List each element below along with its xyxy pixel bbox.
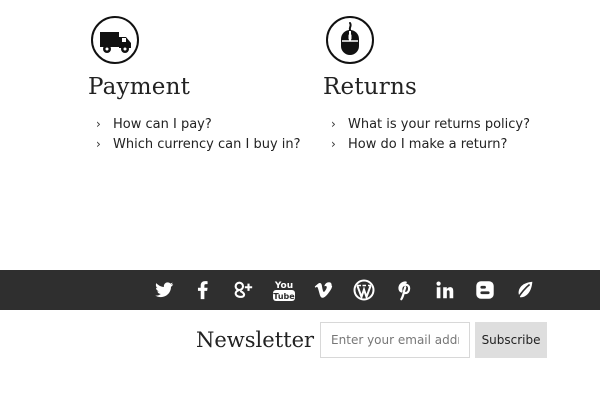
faq-item-currency[interactable]: › Which currency can I buy in? bbox=[88, 134, 318, 154]
social-media-bar: You Tube bbox=[0, 270, 600, 310]
returns-title: Returns bbox=[323, 74, 417, 100]
faq-link-make-return[interactable]: How do I make a return? bbox=[348, 137, 507, 152]
vimeo-icon[interactable] bbox=[311, 278, 335, 302]
chevron-right-icon: › bbox=[96, 137, 101, 151]
faq-link-currency[interactable]: Which currency can I buy in? bbox=[113, 137, 301, 152]
payment-title: Payment bbox=[88, 74, 191, 100]
newsletter-signup: Newsletter Subscribe bbox=[196, 322, 548, 358]
delivery-truck-icon bbox=[91, 16, 139, 64]
facebook-icon[interactable] bbox=[191, 278, 215, 302]
newsletter-title: Newsletter bbox=[196, 328, 315, 352]
chevron-right-icon: › bbox=[331, 137, 336, 151]
youtube-label-bottom: Tube bbox=[273, 292, 295, 301]
payment-faq-list: › How can I pay? › Which currency can I … bbox=[88, 114, 318, 154]
pinterest-icon[interactable] bbox=[393, 278, 417, 302]
chevron-right-icon: › bbox=[96, 117, 101, 131]
twitter-icon[interactable] bbox=[152, 278, 176, 302]
faq-link-returns-policy[interactable]: What is your returns policy? bbox=[348, 117, 530, 132]
faq-item-how-can-i-pay[interactable]: › How can I pay? bbox=[88, 114, 318, 134]
faq-item-returns-policy[interactable]: › What is your returns policy? bbox=[323, 114, 553, 134]
youtube-icon[interactable]: You Tube bbox=[270, 278, 298, 302]
returns-section: Returns › What is your returns policy? ›… bbox=[323, 16, 553, 154]
returns-faq-list: › What is your returns policy? › How do … bbox=[323, 114, 553, 154]
youtube-label-top: You bbox=[274, 281, 293, 291]
faq-link-how-can-i-pay[interactable]: How can I pay? bbox=[113, 117, 212, 132]
subscribe-button[interactable]: Subscribe bbox=[475, 322, 548, 358]
help-page: Payment › How can I pay? › Which currenc… bbox=[0, 0, 600, 400]
chevron-right-icon: › bbox=[331, 117, 336, 131]
wordpress-icon[interactable] bbox=[352, 278, 376, 302]
linkedin-icon[interactable] bbox=[433, 278, 457, 302]
google-plus-icon[interactable] bbox=[231, 278, 255, 302]
faq-item-make-return[interactable]: › How do I make a return? bbox=[323, 134, 553, 154]
leaf-icon[interactable] bbox=[513, 278, 537, 302]
blogger-icon[interactable] bbox=[473, 278, 497, 302]
newsletter-email-input[interactable] bbox=[320, 322, 471, 358]
payment-section: Payment › How can I pay? › Which currenc… bbox=[88, 16, 318, 154]
computer-mouse-icon bbox=[326, 16, 374, 64]
